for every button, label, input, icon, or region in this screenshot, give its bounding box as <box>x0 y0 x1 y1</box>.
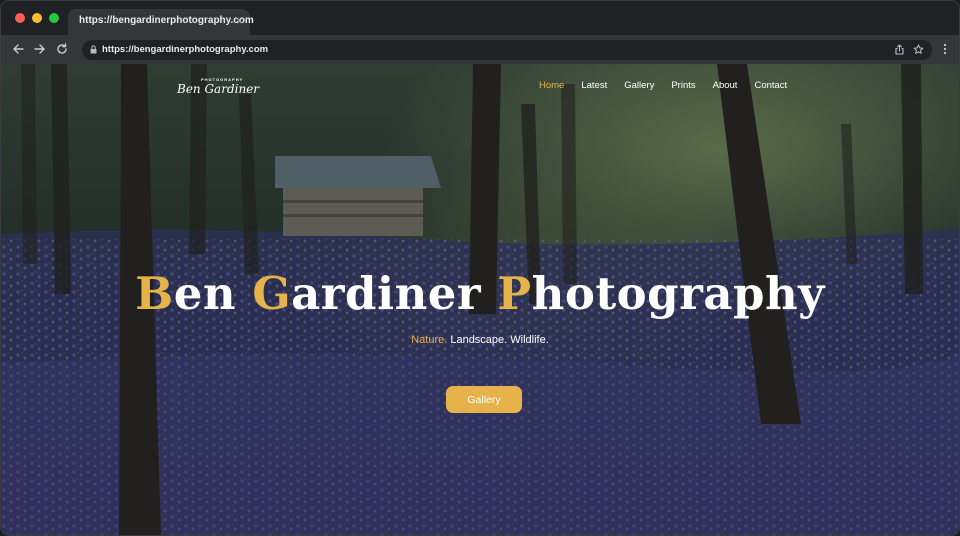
hero-title-initial: B <box>135 267 174 320</box>
page-viewport: PHOTOGRAPHY Ben Gardiner Home Latest Gal… <box>1 64 959 535</box>
hero-title: Ben Gardiner Photography <box>1 267 959 320</box>
maximize-window-button[interactable] <box>49 13 59 23</box>
nav-home[interactable]: Home <box>539 80 564 91</box>
nav-prints[interactable]: Prints <box>671 80 695 91</box>
browser-window: https://bengardinerphotography.com × htt… <box>0 0 960 536</box>
main-navigation: Home Latest Gallery Prints About Contact <box>539 80 804 91</box>
close-window-button[interactable] <box>15 13 25 23</box>
nav-gallery[interactable]: Gallery <box>624 80 654 91</box>
tab-bar: https://bengardinerphotography.com × <box>1 1 959 35</box>
forward-button[interactable] <box>32 41 48 57</box>
tab-title: https://bengardinerphotography.com <box>79 15 254 26</box>
kebab-menu-icon[interactable] <box>943 43 947 55</box>
arrow-left-icon <box>13 44 24 54</box>
star-icon[interactable] <box>913 44 924 55</box>
arrow-right-icon <box>34 44 45 54</box>
nav-latest[interactable]: Latest <box>581 80 607 91</box>
browser-toolbar: https://bengardinerphotography.com <box>1 35 959 64</box>
nav-contact[interactable]: Contact <box>754 80 787 91</box>
window-controls <box>15 13 59 23</box>
logo-script-text: Ben Gardiner <box>177 82 260 96</box>
gallery-button[interactable]: Gallery <box>446 386 522 413</box>
back-button[interactable] <box>10 41 26 57</box>
hero-subtitle-accent: Nature. <box>411 334 448 346</box>
reload-button[interactable] <box>54 41 70 57</box>
nav-about[interactable]: About <box>713 80 738 91</box>
reload-icon <box>57 43 67 54</box>
minimize-window-button[interactable] <box>32 13 42 23</box>
hero-title-word: ardiner <box>291 267 498 320</box>
address-bar[interactable]: https://bengardinerphotography.com <box>82 40 932 60</box>
hero-subtitle: Nature. Landscape. Wildlife. <box>1 334 959 346</box>
browser-tab[interactable]: https://bengardinerphotography.com × <box>68 9 254 35</box>
url-text: https://bengardinerphotography.com <box>102 44 269 55</box>
tab-close-icon[interactable]: × <box>236 13 243 29</box>
hero-subtitle-text: Landscape. Wildlife. <box>447 334 549 346</box>
hero-title-word: hotography <box>531 267 825 320</box>
hero-title-initial: P <box>497 267 532 320</box>
lock-icon <box>90 45 97 54</box>
site-logo[interactable]: PHOTOGRAPHY Ben Gardiner <box>175 75 267 101</box>
hero-title-initial: G <box>252 267 292 320</box>
hero-title-word: en <box>173 267 253 320</box>
share-icon[interactable] <box>894 44 905 55</box>
